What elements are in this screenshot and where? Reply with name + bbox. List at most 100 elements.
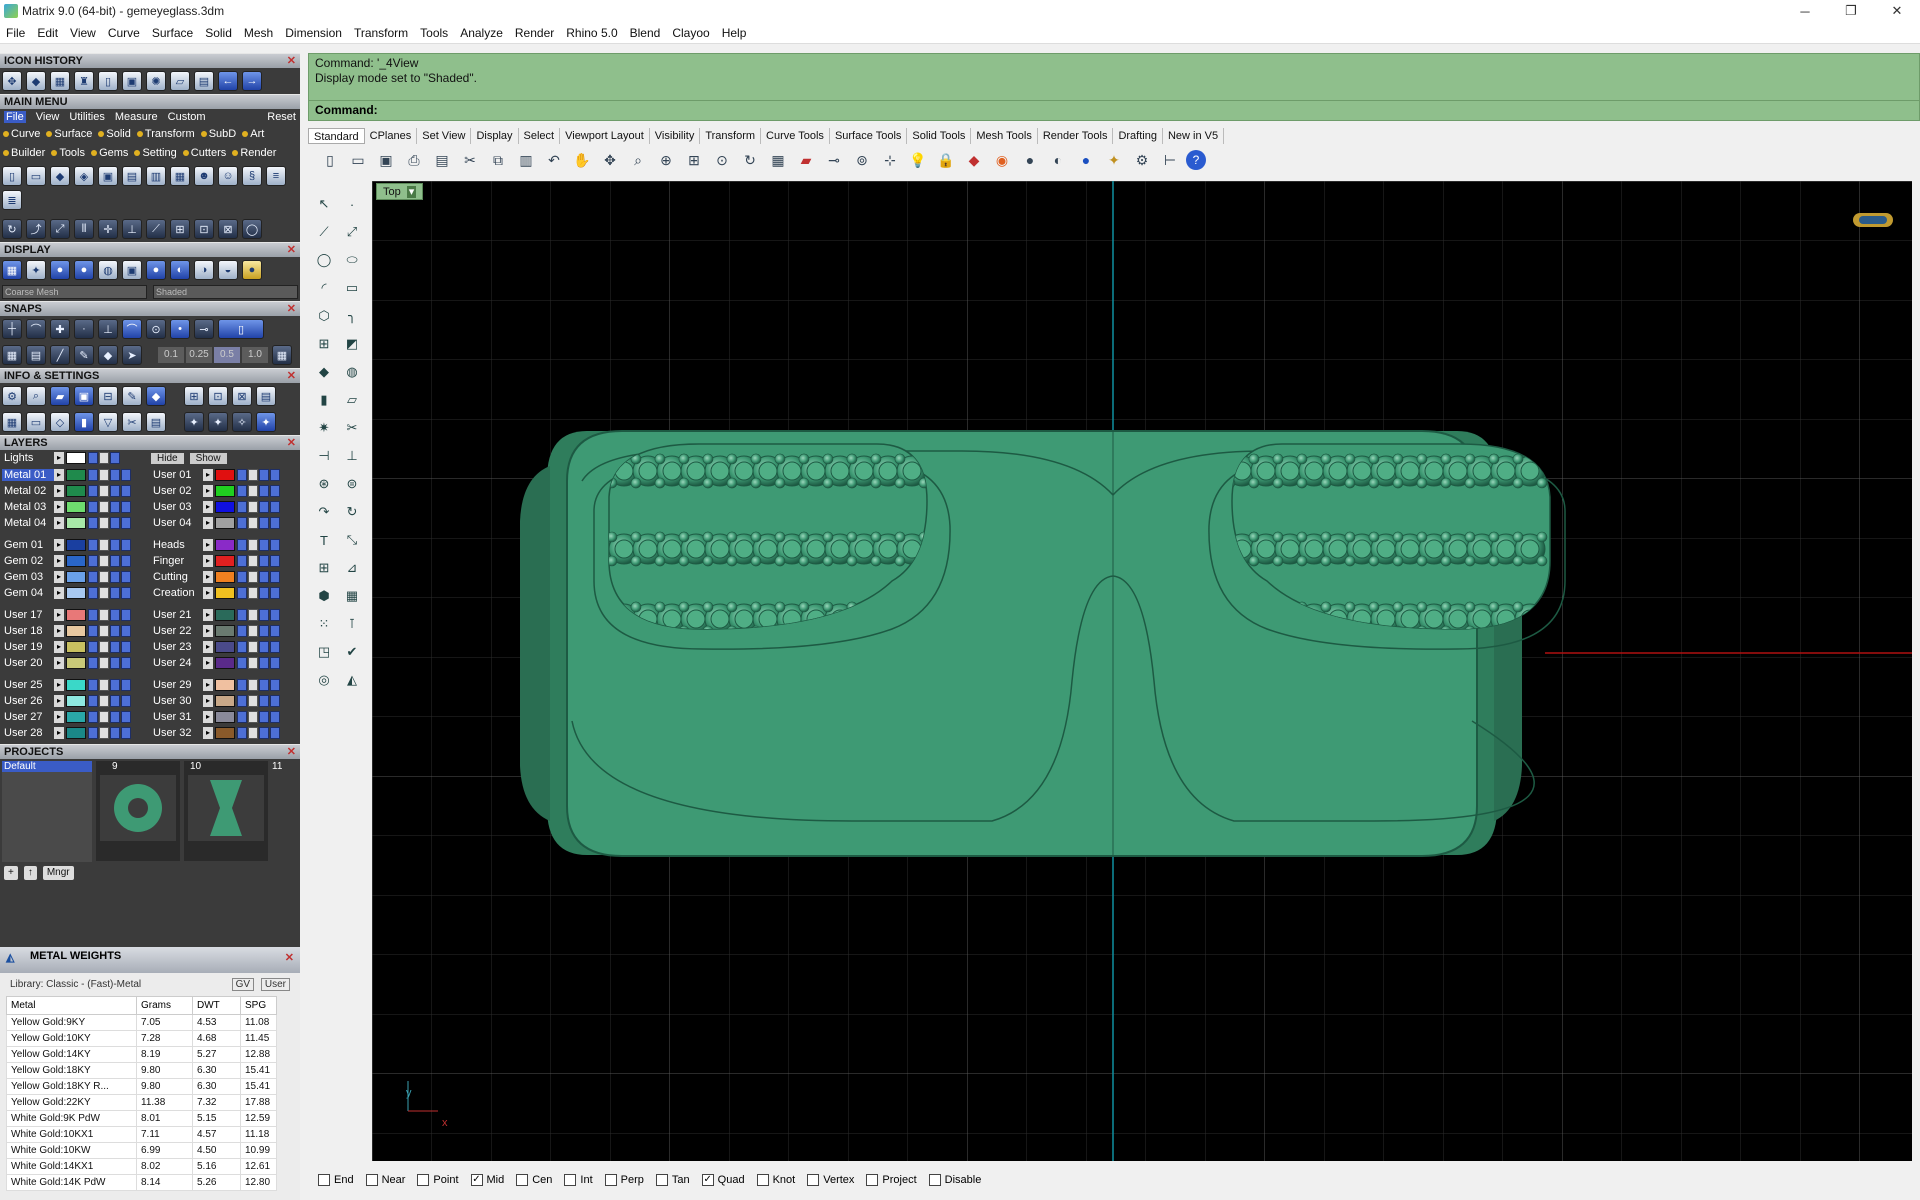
- layer-select-icon[interactable]: [270, 555, 280, 567]
- project-thumb-9[interactable]: 9: [96, 761, 180, 861]
- layer-select-icon[interactable]: [270, 679, 280, 691]
- layer-print-icon[interactable]: [110, 517, 120, 529]
- toolbar-tab[interactable]: New in V5: [1163, 128, 1225, 144]
- layer-name[interactable]: User 03: [151, 501, 203, 513]
- layer-row[interactable]: User 02 ▸: [151, 483, 296, 499]
- snap-int-icon[interactable]: ✚: [50, 319, 70, 339]
- arc-icon[interactable]: ◜: [310, 274, 338, 302]
- array-icon[interactable]: ⁙: [310, 610, 338, 638]
- layer-color-swatch[interactable]: [215, 625, 235, 637]
- layer-row[interactable]: User 32 ▸: [151, 725, 296, 741]
- layer-lock-icon[interactable]: [99, 711, 109, 723]
- layer-name[interactable]: Gem 03: [2, 571, 54, 583]
- layer-select-icon[interactable]: [270, 587, 280, 599]
- tools-icon[interactable]: ✂: [122, 412, 142, 432]
- layer-visible-icon[interactable]: [88, 641, 98, 653]
- move-view-icon[interactable]: ✥: [598, 149, 622, 171]
- layer-visible-icon[interactable]: [237, 469, 247, 481]
- layer-arrow-icon[interactable]: ▸: [54, 469, 64, 481]
- toolbar-tab[interactable]: Standard: [308, 128, 365, 144]
- close-icon[interactable]: ✕: [287, 302, 296, 317]
- layer-select-icon[interactable]: [270, 469, 280, 481]
- xray-icon[interactable]: ▣: [122, 260, 142, 280]
- layer-lock-icon[interactable]: [99, 609, 109, 621]
- folder-icon[interactable]: ▭: [26, 166, 46, 186]
- bulb-icon[interactable]: 💡: [906, 149, 930, 171]
- pipe-icon[interactable]: ⊸: [822, 149, 846, 171]
- lights-visible-icon[interactable]: [88, 452, 98, 464]
- toolbar-tab[interactable]: Visibility: [650, 128, 701, 144]
- snap-grid-toggle-icon[interactable]: ▦: [272, 345, 292, 365]
- layer-lock-icon[interactable]: [99, 571, 109, 583]
- project-default[interactable]: Default: [2, 761, 92, 772]
- layer-lock-icon[interactable]: [248, 727, 258, 739]
- layer-select-icon[interactable]: [270, 711, 280, 723]
- layer-lock-icon[interactable]: [248, 469, 258, 481]
- layer-select-icon[interactable]: [270, 727, 280, 739]
- snap-value-2[interactable]: 0.5: [214, 347, 240, 363]
- box-icon[interactable]: ▣: [74, 386, 94, 406]
- checkbox[interactable]: [318, 1174, 330, 1186]
- mesh-select[interactable]: Coarse Mesh: [2, 285, 147, 299]
- menu-transform[interactable]: Transform: [348, 26, 414, 40]
- car-icon[interactable]: ▰: [794, 149, 818, 171]
- calc-icon[interactable]: ▤: [146, 412, 166, 432]
- toolbar-tab[interactable]: Render Tools: [1038, 128, 1114, 144]
- layer-arrow-icon[interactable]: ▸: [54, 657, 64, 669]
- mm-gems[interactable]: Gems: [91, 147, 128, 159]
- color-wheel-icon[interactable]: ◉: [990, 149, 1014, 171]
- toolbar-tab[interactable]: Viewport Layout: [560, 128, 650, 144]
- layer-color-swatch[interactable]: [215, 469, 235, 481]
- layer-color-swatch[interactable]: [66, 469, 86, 481]
- layer-name[interactable]: Cutting: [151, 571, 203, 583]
- layer-select-icon[interactable]: [121, 517, 131, 529]
- align-icon[interactable]: ⊥: [122, 219, 142, 239]
- layer-print-icon[interactable]: [110, 539, 120, 551]
- save-icon[interactable]: ▣: [374, 149, 398, 171]
- snap-line-icon[interactable]: ╱: [50, 345, 70, 365]
- layer-visible-icon[interactable]: [237, 695, 247, 707]
- checkbox[interactable]: [604, 1174, 617, 1186]
- zoom-icon[interactable]: ⌕: [626, 149, 650, 171]
- chevron-down-icon[interactable]: ▾: [406, 186, 417, 198]
- layer-row[interactable]: Creation ▸: [151, 585, 296, 601]
- material-icon[interactable]: ◭: [338, 666, 366, 694]
- flow-icon[interactable]: ⟋: [146, 219, 166, 239]
- osnap-point[interactable]: Point: [417, 1174, 459, 1186]
- close-icon[interactable]: ✕: [287, 745, 296, 760]
- up-project-button[interactable]: ↑: [23, 866, 37, 880]
- shade-sphere-icon[interactable]: ◐: [1046, 149, 1070, 171]
- solid-icon[interactable]: ⬢: [310, 582, 338, 610]
- snap-layer-icon[interactable]: ▤: [26, 345, 46, 365]
- sphere-2-icon[interactable]: ◐: [170, 260, 190, 280]
- cube-3d-icon[interactable]: ◇: [50, 412, 70, 432]
- table-row[interactable]: Yellow Gold:14KY 8.19 5.27 12.88: [6, 1046, 277, 1063]
- layer-select-icon[interactable]: [121, 711, 131, 723]
- curve-pts-icon[interactable]: ⤢: [338, 218, 366, 246]
- dims-icon[interactable]: ⊞: [184, 386, 204, 406]
- layer-visible-icon[interactable]: [237, 711, 247, 723]
- paste-icon[interactable]: ▥: [514, 149, 538, 171]
- layer-print-icon[interactable]: [259, 587, 269, 599]
- copy-doc-icon[interactable]: ▤: [430, 149, 454, 171]
- layer-row[interactable]: Cutting ▸: [151, 569, 296, 585]
- render-icon[interactable]: ✺: [146, 71, 166, 91]
- layer-visible-icon[interactable]: [88, 485, 98, 497]
- layer-color-swatch[interactable]: [215, 539, 235, 551]
- group-icon[interactable]: ⊛: [310, 470, 338, 498]
- layer-row[interactable]: Metal 04 ▸: [2, 515, 147, 531]
- sphere-icon[interactable]: ●: [146, 260, 166, 280]
- layer-arrow-icon[interactable]: ▸: [203, 501, 213, 513]
- layer-visible-icon[interactable]: [88, 539, 98, 551]
- table-row[interactable]: White Gold:14K PdW 8.14 5.26 12.80: [6, 1174, 277, 1191]
- script-2-icon[interactable]: ≡: [266, 166, 286, 186]
- lights-print-icon[interactable]: [110, 452, 120, 464]
- checkbox[interactable]: ✓: [470, 1174, 483, 1186]
- layer-visible-icon[interactable]: [237, 501, 247, 513]
- layer-name[interactable]: User 25: [2, 679, 54, 691]
- rendered-icon[interactable]: ●: [74, 260, 94, 280]
- grid-snap-icon[interactable]: ⊞: [310, 554, 338, 582]
- menu-tools[interactable]: Tools: [414, 26, 454, 40]
- close-icon[interactable]: ✕: [287, 369, 296, 384]
- snap-cen-icon[interactable]: ⊙: [146, 319, 166, 339]
